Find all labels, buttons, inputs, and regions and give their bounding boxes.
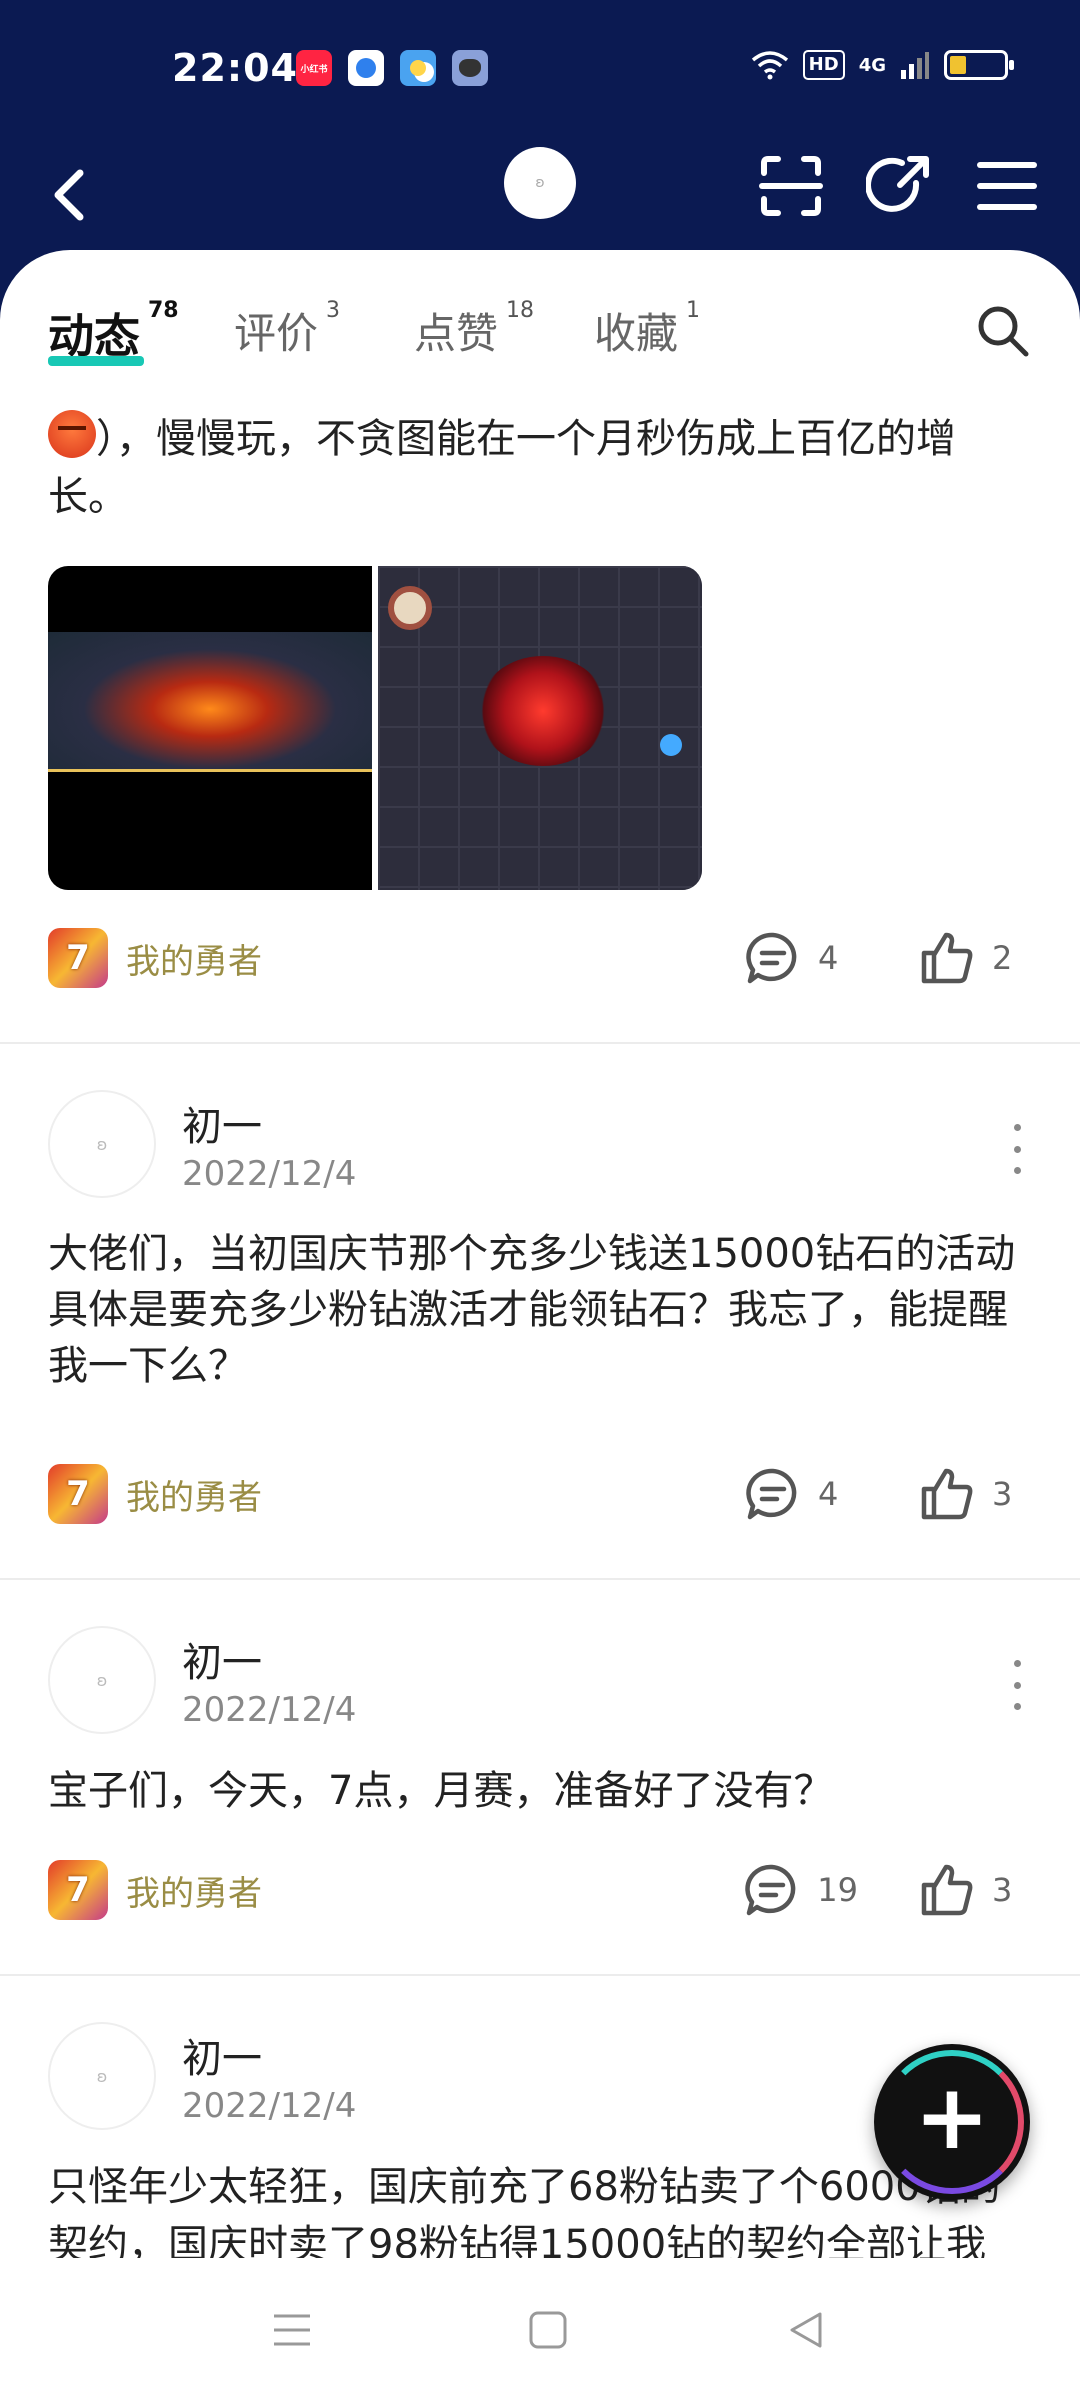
author-name[interactable]: 初一 <box>182 1094 262 1152</box>
more-options-button[interactable] <box>1002 1124 1032 1174</box>
back-icon <box>54 169 84 221</box>
like-button[interactable]: 3 <box>918 1465 1032 1523</box>
post-card[interactable]: 大佬们，当初国庆节那个充多少钱送15000钻石的活动具体是要充多少粉钻激活才能领… <box>0 1226 1080 1394</box>
like-button[interactable]: 2 <box>918 929 1032 987</box>
thumbs-up-icon <box>921 1864 973 1916</box>
post-author: ʚ 初一 2022/12/4 <box>48 1090 1032 1200</box>
post-images <box>48 566 702 890</box>
game-icon[interactable]: 7 <box>48 1860 108 1920</box>
avatar[interactable]: ʚ <box>48 2022 156 2130</box>
post-image[interactable] <box>48 566 372 890</box>
like-count: 3 <box>992 1475 1013 1513</box>
post-text: 宝子们，今天，7点，月赛，准备好了没有？ <box>48 1768 834 1814</box>
system-indicators: HD 4G <box>751 50 1014 80</box>
tab-count: 18 <box>506 298 535 323</box>
xiaohongshu-label: 小红书 <box>300 64 328 75</box>
divider <box>0 1974 1080 1976</box>
wifi-icon <box>751 51 788 80</box>
game-name[interactable]: 我的勇者 <box>126 934 262 983</box>
tab-bar: 动态 78 评价 3 点赞 18 收藏 1 <box>48 298 1080 390</box>
status-time: 22:04 <box>172 46 298 90</box>
divider <box>0 1578 1080 1580</box>
comment-icon <box>746 932 797 984</box>
tab-label: 收藏 <box>594 309 679 358</box>
nav-back-icon[interactable] <box>784 2308 828 2352</box>
xiaohongshu-icon: 小红书 <box>296 50 332 86</box>
tab-count: 78 <box>148 298 179 323</box>
status-bar: 22:04 小红书 HD 4G <box>0 0 1080 135</box>
angry-emoji-icon <box>48 410 96 458</box>
game-name[interactable]: 我的勇者 <box>126 1866 262 1915</box>
post-meta: 7 我的勇者 19 3 <box>48 1860 1032 1920</box>
tab-count: 1 <box>686 298 701 323</box>
game-icon[interactable]: 7 <box>48 928 108 988</box>
weather-icon <box>400 50 436 86</box>
system-nav-bar <box>0 2262 1080 2400</box>
post-text-wrap: ），慢慢玩，不贪图能在一个月秒伤成上百亿的增长。 <box>0 410 1080 526</box>
post-text: 大佬们，当初国庆节那个充多少钱送15000钻石的活动具体是要充多少粉钻激活才能领… <box>48 1231 1016 1389</box>
battery-icon <box>944 50 1014 80</box>
tab-count: 3 <box>326 298 341 323</box>
blue-app-icon <box>348 50 384 86</box>
notification-icons: 小红书 <box>296 50 488 86</box>
post-text: ），慢慢玩，不贪图能在一个月秒伤成上百亿的增长。 <box>48 416 956 520</box>
post-meta: 7 我的勇者 4 2 <box>48 928 1032 988</box>
comment-icon <box>745 1864 796 1916</box>
post-image[interactable] <box>378 566 702 890</box>
search-icon[interactable] <box>974 302 1030 358</box>
home-icon[interactable] <box>526 2308 570 2352</box>
more-options-button[interactable] <box>1002 1660 1032 1710</box>
cat-app-icon <box>452 50 488 86</box>
divider <box>0 1042 1080 1044</box>
scan-icon[interactable] <box>758 153 824 219</box>
thumbs-up-icon <box>921 1468 973 1520</box>
profile-avatar[interactable]: ʚ <box>504 147 576 219</box>
post-date: 2022/12/4 <box>182 1690 357 1730</box>
tab-label: 点赞 <box>414 309 499 358</box>
comment-count: 4 <box>818 1475 839 1513</box>
tab-shoucang[interactable]: 收藏 1 <box>594 298 701 361</box>
like-count: 2 <box>992 939 1013 977</box>
like-count: 3 <box>992 1871 1013 1909</box>
avatar[interactable]: ʚ <box>48 1626 156 1734</box>
comment-count: 19 <box>817 1871 858 1909</box>
comment-button[interactable]: 4 <box>744 929 858 987</box>
comment-button[interactable]: 19 <box>743 1861 858 1919</box>
post-card[interactable]: 宝子们，今天，7点，月赛，准备好了没有？ <box>0 1762 1080 1820</box>
signal-label: 4G <box>858 54 886 76</box>
post-card[interactable]: ），慢慢玩，不贪图能在一个月秒伤成上百亿的增长。 <box>0 410 1080 526</box>
back-button[interactable] <box>50 155 110 235</box>
comment-count: 4 <box>818 939 839 977</box>
top-navigation: ʚ <box>0 135 1080 255</box>
tab-dongtai[interactable]: 动态 78 <box>48 298 179 366</box>
create-post-button[interactable]: + <box>874 2044 1030 2200</box>
game-name[interactable]: 我的勇者 <box>126 1470 262 1519</box>
tab-active-indicator <box>48 356 144 366</box>
post-date: 2022/12/4 <box>182 2086 357 2126</box>
author-name[interactable]: 初一 <box>182 1630 262 1688</box>
post-author: ʚ 初一 2022/12/4 <box>48 1626 1032 1736</box>
tab-label: 评价 <box>234 309 319 358</box>
comment-button[interactable]: 4 <box>744 1465 858 1523</box>
hd-badge: HD <box>802 50 845 80</box>
tab-pingjia[interactable]: 评价 3 <box>234 298 341 361</box>
thumbs-up-icon <box>921 932 973 984</box>
plus-icon: + <box>914 2065 990 2170</box>
tab-dianzan[interactable]: 点赞 18 <box>414 298 535 361</box>
post-meta: 7 我的勇者 4 3 <box>48 1464 1032 1524</box>
game-icon[interactable]: 7 <box>48 1464 108 1524</box>
share-icon[interactable] <box>866 153 932 219</box>
author-name[interactable]: 初一 <box>182 2026 262 2084</box>
avatar[interactable]: ʚ <box>48 1090 156 1198</box>
recent-apps-icon[interactable] <box>270 2308 314 2352</box>
like-button[interactable]: 3 <box>918 1861 1032 1919</box>
signal-icon <box>901 52 929 79</box>
post-date: 2022/12/4 <box>182 1154 357 1194</box>
comment-icon <box>746 1468 797 1520</box>
menu-icon[interactable] <box>974 153 1040 219</box>
